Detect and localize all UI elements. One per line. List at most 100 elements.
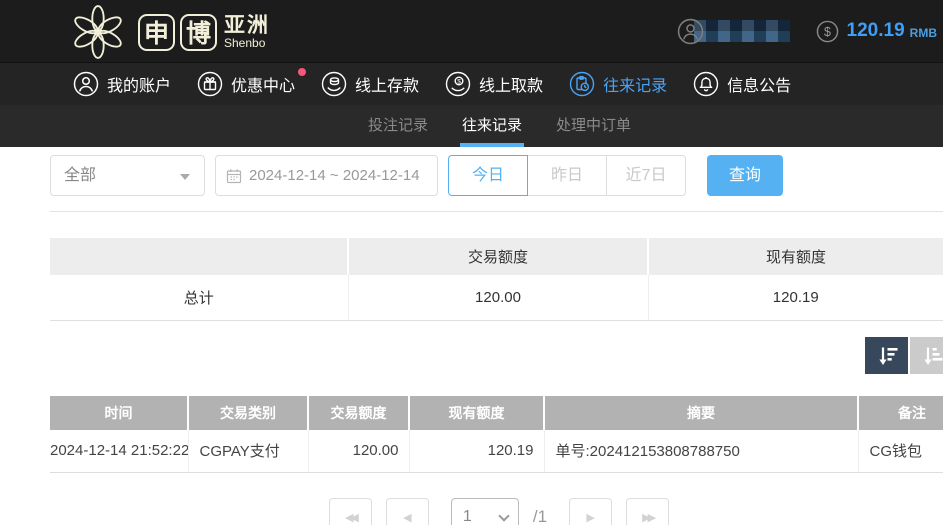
type-select[interactable]: 全部: [50, 155, 205, 196]
nav-label: 线上取款: [479, 72, 543, 96]
date-range-value: 2024-12-14 ~ 2024-12-14: [249, 167, 420, 184]
logo-region: 亚洲: [224, 15, 270, 37]
table-row: 2024-12-14 21:52:22 CGPAY支付 120.00 120.1…: [50, 430, 943, 472]
sort-descending-button[interactable]: [865, 337, 908, 374]
tab-transaction-records[interactable]: 往来记录: [462, 105, 522, 147]
divider: [50, 211, 943, 212]
chevron-down-icon: [498, 510, 509, 521]
cell-time: 2024-12-14 21:52:22: [50, 430, 188, 472]
cell-balance: 120.19: [409, 430, 544, 472]
col-type: 交易类别: [188, 396, 308, 430]
nav-item-my-account[interactable]: 我的账户: [73, 71, 171, 97]
nav-item-withdraw[interactable]: $ 线上取款: [445, 71, 543, 97]
quick-range-group: 今日 昨日 近7日: [448, 155, 686, 196]
nav-label: 线上存款: [355, 72, 419, 96]
bell-icon: [693, 71, 719, 97]
summary-header-balance: 现有额度: [648, 238, 943, 275]
balance-currency: RMB: [910, 23, 937, 40]
pagination: ◀◀ ◀ 1 /1 ▶ ▶▶: [0, 498, 943, 525]
summary-balance-value: 120.19: [648, 275, 943, 320]
cell-remark: CG钱包: [858, 430, 943, 472]
content: 全部 2024-12-14 ~ 2024-12-14 今日 昨日 近7日 查询: [0, 147, 943, 525]
logo-char: 申: [144, 14, 169, 50]
page-select[interactable]: 1: [451, 498, 519, 525]
balance-amount: 120.19: [847, 20, 905, 42]
nav-item-promotions[interactable]: 优惠中心: [197, 71, 295, 97]
notification-dot: [298, 68, 306, 76]
user-icon: [73, 71, 99, 97]
calendar-icon: [226, 168, 242, 184]
today-button[interactable]: 今日: [448, 155, 528, 196]
nav-label: 优惠中心: [231, 72, 295, 96]
logo-char: 博: [186, 14, 211, 50]
brand-logo[interactable]: 申 博 亚洲 Shenbo: [69, 3, 270, 61]
nav-label: 信息公告: [727, 72, 791, 96]
logo-char-box: 博: [180, 14, 217, 51]
nav-label: 往来记录: [603, 72, 667, 96]
date-range-input[interactable]: 2024-12-14 ~ 2024-12-14: [215, 155, 438, 196]
next-page-button[interactable]: ▶: [569, 498, 612, 525]
first-page-icon: ◀◀: [345, 511, 356, 524]
user-avatar-icon: [677, 18, 704, 45]
deposit-icon: [321, 71, 347, 97]
tab-label: 往来记录: [462, 117, 522, 134]
col-balance: 现有额度: [409, 396, 544, 430]
logo-text: 亚洲 Shenbo: [224, 15, 270, 50]
nav-item-deposit[interactable]: 线上存款: [321, 71, 419, 97]
col-summary: 摘要: [544, 396, 858, 430]
chevron-down-icon: [180, 174, 190, 180]
prev-page-icon: ◀: [403, 511, 411, 524]
last7days-button[interactable]: 近7日: [606, 155, 686, 196]
page: 申 博 亚洲 Shenbo $ 120.19: [0, 0, 943, 525]
col-remark: 备注: [858, 396, 943, 430]
nav-item-announcements[interactable]: 信息公告: [693, 71, 791, 97]
cell-summary: 单号:202412153808788750: [544, 430, 858, 472]
tab-label: 处理中订单: [556, 117, 631, 134]
nav-label: 我的账户: [107, 72, 171, 96]
sort-descending-icon: [875, 345, 899, 367]
tab-betting-records[interactable]: 投注记录: [368, 105, 428, 147]
balance[interactable]: $ 120.19 RMB: [816, 20, 937, 43]
summary-header-row: 交易额度 现有额度: [50, 238, 943, 275]
col-time: 时间: [50, 396, 188, 430]
last-page-icon: ▶▶: [642, 511, 653, 524]
records-table: 时间 交易类别 交易额度 现有额度 摘要 备注 2024-12-14 21:52…: [50, 396, 943, 473]
prev-page-button[interactable]: ◀: [386, 498, 429, 525]
type-select-value: 全部: [64, 167, 96, 184]
col-amount: 交易额度: [308, 396, 409, 430]
last-page-button[interactable]: ▶▶: [626, 498, 669, 525]
gift-icon: [197, 71, 223, 97]
svg-text:$: $: [824, 24, 831, 38]
nav-item-records[interactable]: 往来记录: [569, 71, 667, 97]
summary-table: 交易额度 现有额度 总计 120.00 120.19: [50, 238, 943, 321]
subnav: 投注记录 往来记录 处理中订单: [0, 105, 943, 147]
records-icon: [569, 71, 595, 97]
summary-header-empty: [50, 238, 348, 275]
main-nav: 我的账户 优惠中心 线上存款: [0, 62, 943, 105]
sort-ascending-icon: [920, 345, 943, 367]
flower-logo-icon: [69, 3, 127, 61]
sort-buttons: [865, 337, 943, 374]
summary-header-transaction: 交易额度: [348, 238, 648, 275]
censored-username: [694, 20, 790, 42]
yesterday-button[interactable]: 昨日: [527, 155, 607, 196]
next-page-icon: ▶: [586, 511, 594, 524]
first-page-button[interactable]: ◀◀: [329, 498, 372, 525]
avatar[interactable]: [677, 18, 704, 45]
withdraw-icon: $: [445, 71, 471, 97]
records-header-row: 时间 交易类别 交易额度 现有额度 摘要 备注: [50, 396, 943, 430]
page-select-value: 1: [463, 508, 472, 525]
summary-total-label: 总计: [50, 275, 348, 320]
header-right: $ 120.19 RMB: [677, 0, 937, 62]
svg-text:$: $: [457, 78, 461, 85]
logo-char-box: 申: [138, 14, 175, 51]
tab-processing-orders[interactable]: 处理中订单: [556, 105, 631, 147]
logo-subtitle: Shenbo: [224, 37, 270, 50]
page-total-label: /1: [533, 498, 547, 525]
coin-icon: $: [816, 20, 839, 43]
sort-ascending-button[interactable]: [910, 337, 943, 374]
tab-label: 投注记录: [368, 117, 428, 134]
summary-transaction-value: 120.00: [348, 275, 648, 320]
search-button[interactable]: 查询: [707, 155, 783, 196]
top-header: 申 博 亚洲 Shenbo $ 120.19: [0, 0, 943, 62]
